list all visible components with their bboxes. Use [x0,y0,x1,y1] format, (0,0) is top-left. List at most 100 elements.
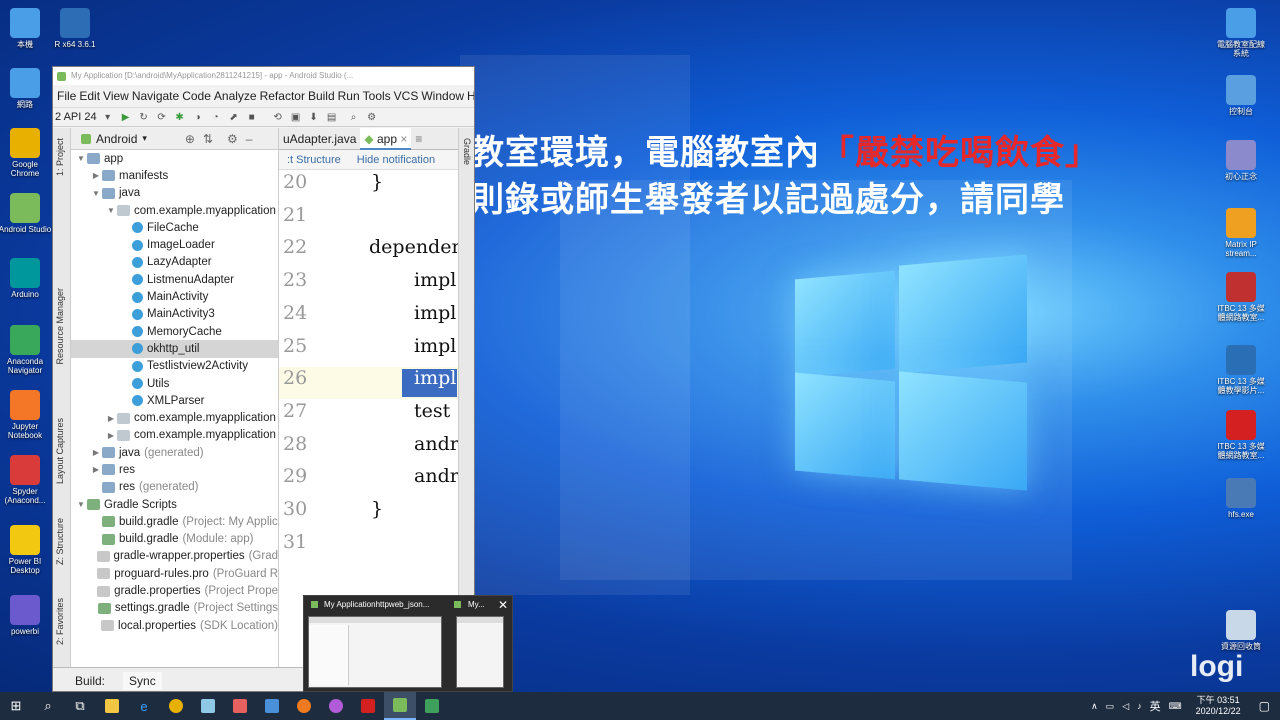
target-icon[interactable]: ⊕ [185,132,195,146]
tree-item[interactable]: ▶ res [71,461,278,478]
coverage-icon[interactable]: ◑ [189,112,207,123]
chevron-down-icon[interactable]: ▼ [75,154,87,163]
android-studio-taskbar-icon[interactable] [384,692,416,720]
tree-item[interactable]: res (generated) [71,479,278,496]
tree-item[interactable]: MemoryCache [71,323,278,340]
tree-item[interactable]: build.gradle (Project: My Applic [71,513,278,530]
collapse-all-icon[interactable]: ⇅ [203,132,213,146]
thumbnail-window-2[interactable] [456,616,504,688]
tree-item[interactable]: ▼ com.example.myapplication [71,202,278,219]
thumbnail-window-1[interactable] [308,616,442,688]
settings-icon[interactable]: ⚙ [363,112,381,123]
tree-item[interactable]: build.gradle (Module: app) [71,531,278,548]
thumbnail-title-2[interactable]: My... [468,600,493,609]
volume-icon[interactable]: ◁ [1122,701,1129,712]
chevron-down-icon[interactable]: ▼ [90,189,102,198]
apply-changes-icon[interactable]: ↻ [135,112,153,123]
desktop-icon[interactable]: 本機 [0,8,52,49]
tree-item[interactable]: ▼ java [71,185,278,202]
menu-build[interactable]: Build [308,89,335,103]
tree-item[interactable]: ListmenuAdapter [71,271,278,288]
task-view-icon[interactable]: ⧉ [64,692,96,720]
microphone-icon[interactable]: ♪ [1137,701,1142,711]
tree-item[interactable]: LazyAdapter [71,254,278,271]
desktop-icon[interactable]: Arduino [0,258,52,299]
edge-icon[interactable]: e [128,692,160,720]
thumbnail-title-1[interactable]: My Applicationhttpweb_json... [324,600,442,609]
network-icon[interactable]: ▭ [1106,701,1115,712]
menu-analyze[interactable]: Analyze [214,89,257,103]
search-icon[interactable]: ⌕ [32,692,64,720]
tree-item[interactable]: ▶ com.example.myapplication [71,427,278,444]
menu-edit[interactable]: Edit [79,89,100,103]
menu-vcs[interactable]: VCS [394,89,419,103]
file-explorer-icon[interactable] [96,692,128,720]
desktop-icon[interactable]: 控制台 [1214,75,1268,116]
tree-item[interactable]: ▶ manifests [71,167,278,184]
sync-tab[interactable]: Sync [123,671,162,690]
chevron-right-icon[interactable]: ▶ [90,465,102,474]
chrome-icon[interactable] [160,692,192,720]
tree-item[interactable]: XMLParser [71,392,278,409]
menu-file[interactable]: File [57,89,76,103]
menu-code[interactable]: Code [182,89,211,103]
tool-tab[interactable]: 1: Project [55,138,65,176]
desktop-icon[interactable]: Jupyter Notebook [0,390,52,440]
sync-icon[interactable]: ⟲ [269,112,287,123]
acrobat-icon[interactable] [352,692,384,720]
tree-item[interactable]: FileCache [71,219,278,236]
tree-item[interactable]: local.properties (SDK Location) [71,617,278,634]
tree-item[interactable]: ImageLoader [71,236,278,253]
dropdown-icon[interactable]: ▾ [99,112,117,123]
minimize-icon[interactable]: – [246,132,253,146]
stop-icon[interactable]: ■ [243,112,261,123]
desktop-icon[interactable]: 網路 [0,68,52,109]
project-view-select[interactable]: Android [96,132,137,146]
debug-icon[interactable]: ✱ [171,112,189,123]
tool-tab[interactable]: Layout Captures [55,418,65,484]
desktop-icon[interactable]: 初心正念 [1214,140,1268,181]
avd-manager-icon[interactable]: ▣ [287,112,305,123]
tree-item[interactable]: settings.gradle (Project Settings [71,600,278,617]
menu-refactor[interactable]: Refactor [260,89,305,103]
tree-item[interactable]: Testlistview2Activity [71,358,278,375]
tool-tab[interactable]: Z: Structure [55,518,65,565]
desktop-icon[interactable]: powerbi [0,595,52,636]
layout-inspector-icon[interactable]: ▤ [323,112,341,123]
tree-item[interactable]: ▼ Gradle Scripts [71,496,278,513]
menu-help[interactable]: Help [467,89,474,103]
start-button[interactable]: ⊞ [0,692,32,720]
keyboard-icon[interactable]: ⌨ [1169,701,1182,712]
tree-item[interactable]: proguard-rules.pro (ProGuard R [71,565,278,582]
tree-item[interactable]: gradle.properties (Project Prope [71,582,278,599]
messenger-icon[interactable] [320,692,352,720]
close-icon[interactable]: × [400,132,407,146]
tab-adapter[interactable]: uAdapter.java [279,132,360,146]
close-icon[interactable]: ✕ [498,598,508,612]
chevron-right-icon[interactable]: ▶ [105,414,117,423]
profile-icon[interactable]: ◔ [207,112,225,123]
firefox-icon[interactable] [288,692,320,720]
menu-run[interactable]: Run [338,89,360,103]
tree-item[interactable]: okhttp_util [71,340,278,358]
desktop-icon[interactable]: hfs.exe [1214,478,1268,519]
chevron-down-icon[interactable]: ▼ [75,500,87,509]
gradle-tab[interactable]: Gradle [462,138,472,165]
desktop-icon[interactable]: Spyder (Anacond... [0,455,52,505]
menu-tools[interactable]: Tools [363,89,391,103]
sdk-manager-icon[interactable]: ⬇ [305,112,323,123]
desktop-icon[interactable]: 電腦教室配線系統 [1214,8,1268,58]
chevron-down-icon[interactable]: ▾ [142,133,147,144]
desktop-icon[interactable]: Google Chrome [0,128,52,178]
app-taskbar-icon[interactable] [416,692,448,720]
desktop-icon[interactable]: ITBC 13 多媒體網路教室... [1214,410,1268,460]
tree-item[interactable]: ▼ app [71,150,278,167]
tool-tab[interactable]: Resource Manager [55,288,65,365]
menu-view[interactable]: View [103,89,129,103]
desktop-icon[interactable]: ITBC 13 多媒體網路教室... [1214,272,1268,322]
tabs-overflow-icon[interactable]: ≡ [411,132,426,146]
desktop-icon[interactable]: 資源回收筒 [1214,610,1268,651]
paint-icon[interactable] [224,692,256,720]
tree-item[interactable]: Utils [71,375,278,392]
chevron-right-icon[interactable]: ▶ [90,171,102,180]
